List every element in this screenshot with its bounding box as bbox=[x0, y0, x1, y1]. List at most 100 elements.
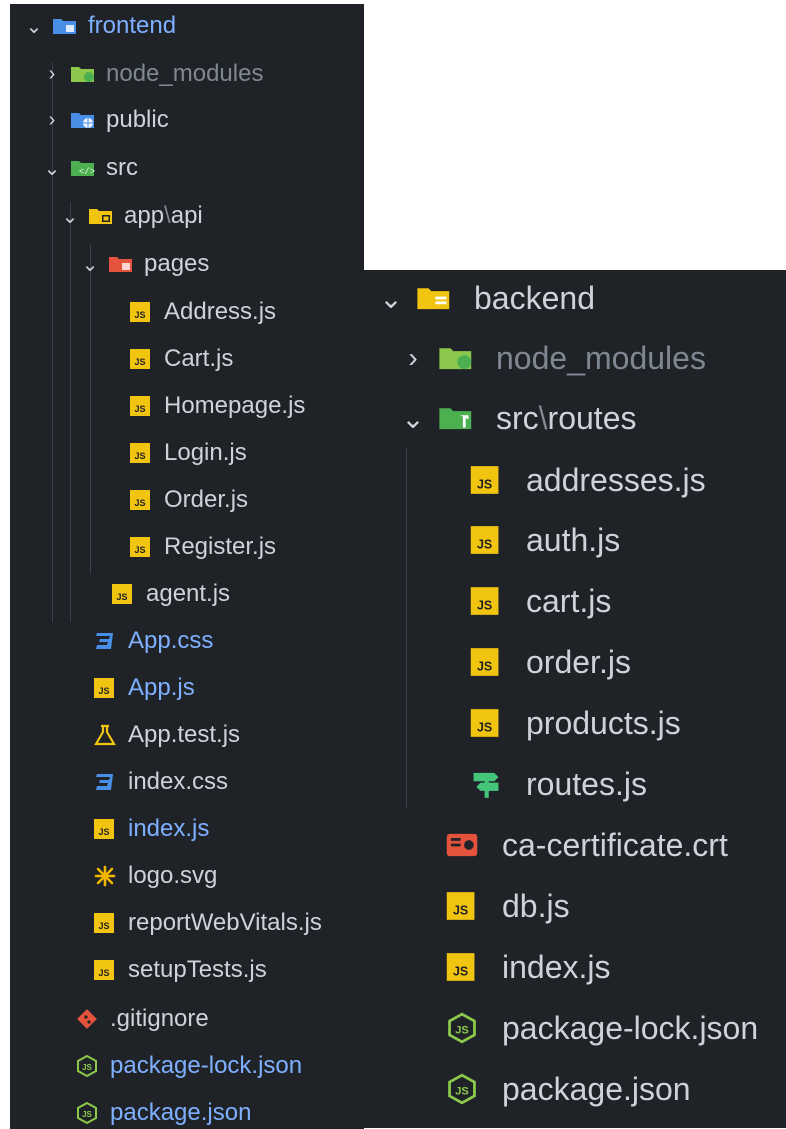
frontend-explorer-panel: ⌄ frontend › node_modules › public ⌄ src… bbox=[10, 4, 364, 1129]
file-products-js[interactable]: products.js bbox=[468, 695, 681, 751]
file-reportwebvitals-js[interactable]: reportWebVitals.js bbox=[92, 903, 322, 943]
file-index-js[interactable]: index.js bbox=[92, 809, 209, 849]
folder-label-routes: routes bbox=[547, 399, 637, 436]
file-order-js[interactable]: order.js bbox=[468, 634, 631, 690]
file-label: setupTests.js bbox=[128, 956, 267, 983]
file-app-js[interactable]: App.js bbox=[92, 668, 195, 708]
folder-label: pages bbox=[144, 250, 210, 277]
app-folder-icon bbox=[88, 205, 114, 227]
js-file-icon bbox=[128, 348, 154, 370]
folder-pages[interactable]: ⌄ pages bbox=[80, 244, 210, 284]
folder-node-modules[interactable]: › node_modules bbox=[42, 54, 264, 94]
js-file-icon bbox=[468, 646, 504, 678]
backend-folder-icon bbox=[416, 282, 452, 314]
chevron-right-icon: › bbox=[408, 342, 418, 373]
node-folder-icon bbox=[70, 63, 96, 85]
file-label: Login.js bbox=[164, 439, 247, 466]
chevron-down-icon: ⌄ bbox=[43, 157, 61, 180]
file-routes-js[interactable]: routes.js bbox=[468, 756, 647, 812]
file-addresses-js[interactable]: addresses.js bbox=[468, 452, 706, 508]
file-label: order.js bbox=[526, 643, 631, 680]
js-file-icon bbox=[468, 464, 504, 496]
file-label: cart.js bbox=[526, 582, 612, 619]
file-index-js[interactable]: index.js bbox=[444, 939, 611, 995]
folder-node-modules[interactable]: › node_modules bbox=[400, 330, 706, 386]
file-label: Homepage.js bbox=[164, 392, 306, 419]
folder-src[interactable]: ⌄ src bbox=[42, 148, 138, 188]
js-file-icon bbox=[92, 677, 118, 699]
file-package-lock-json[interactable]: package-lock.json bbox=[74, 1046, 302, 1086]
file-setuptests-js[interactable]: setupTests.js bbox=[92, 950, 267, 990]
file-label: package-lock.json bbox=[110, 1052, 303, 1079]
file-app-test-js[interactable]: App.test.js bbox=[92, 715, 240, 755]
js-file-icon bbox=[128, 536, 154, 558]
file-label: Order.js bbox=[164, 486, 249, 513]
file-cart-js[interactable]: cart.js bbox=[468, 573, 611, 629]
node-folder-icon bbox=[438, 342, 474, 374]
file-package-json[interactable]: package.json bbox=[74, 1093, 251, 1129]
git-icon bbox=[74, 1008, 100, 1030]
chevron-down-icon: ⌄ bbox=[401, 402, 425, 434]
file-label: package.json bbox=[110, 1099, 252, 1126]
file-label: App.test.js bbox=[128, 721, 241, 748]
routes-folder-icon bbox=[438, 402, 474, 434]
file-package-lock-json[interactable]: package-lock.json bbox=[444, 1000, 758, 1056]
folder-label-api: api bbox=[170, 202, 203, 229]
file-agent-js[interactable]: agent.js bbox=[110, 574, 230, 614]
path-separator: \ bbox=[538, 399, 548, 436]
file-label: index.css bbox=[128, 768, 229, 795]
folder-label: src bbox=[106, 154, 138, 181]
js-file-icon bbox=[128, 395, 154, 417]
file-homepage-js[interactable]: Homepage.js bbox=[128, 386, 305, 426]
css-file-icon bbox=[92, 630, 118, 652]
file-label: db.js bbox=[502, 887, 570, 924]
routes-signpost-icon bbox=[468, 768, 504, 800]
file-label: ca-certificate.crt bbox=[502, 826, 728, 863]
nodejs-icon bbox=[444, 1073, 480, 1105]
chevron-right-icon: › bbox=[48, 108, 56, 131]
file-ca-certificate-crt[interactable]: ca-certificate.crt bbox=[444, 817, 728, 873]
folder-icon bbox=[52, 15, 78, 37]
file-label: package-lock.json bbox=[502, 1009, 759, 1046]
file-label: .gitignore bbox=[110, 1005, 209, 1032]
folder-label: public bbox=[106, 106, 169, 133]
file-label: index.js bbox=[502, 948, 611, 985]
file-auth-js[interactable]: auth.js bbox=[468, 512, 620, 568]
folder-public[interactable]: › public bbox=[42, 100, 169, 140]
svg-file-icon bbox=[92, 865, 118, 887]
folder-backend[interactable]: ⌄ backend bbox=[378, 270, 595, 326]
chevron-right-icon: › bbox=[48, 62, 56, 85]
file-db-js[interactable]: db.js bbox=[444, 878, 570, 934]
file-register-js[interactable]: Register.js bbox=[128, 527, 276, 567]
chevron-down-icon: ⌄ bbox=[61, 205, 79, 228]
tree-indent-guide bbox=[70, 202, 71, 622]
file-address-js[interactable]: Address.js bbox=[128, 292, 276, 332]
folder-label-src: src bbox=[496, 399, 539, 436]
js-file-icon bbox=[92, 818, 118, 840]
file-logo-svg[interactable]: logo.svg bbox=[92, 856, 217, 896]
tree-indent-guide bbox=[406, 448, 407, 808]
file-gitignore[interactable]: .gitignore bbox=[74, 999, 209, 1039]
public-folder-icon bbox=[70, 109, 96, 131]
file-label: index.js bbox=[128, 815, 210, 842]
js-file-icon bbox=[468, 707, 504, 739]
file-label: package.json bbox=[502, 1070, 691, 1107]
file-app-css[interactable]: App.css bbox=[92, 621, 213, 661]
file-label: reportWebVitals.js bbox=[128, 909, 322, 936]
file-label: App.js bbox=[128, 674, 195, 701]
folder-label: node_modules bbox=[496, 339, 706, 376]
file-order-js[interactable]: Order.js bbox=[128, 480, 248, 520]
js-file-icon bbox=[444, 951, 480, 983]
file-login-js[interactable]: Login.js bbox=[128, 433, 247, 473]
src-folder-icon bbox=[70, 157, 96, 179]
file-index-css[interactable]: index.css bbox=[92, 762, 228, 802]
folder-src-routes[interactable]: ⌄ src \ routes bbox=[400, 390, 636, 446]
folder-frontend[interactable]: ⌄ frontend bbox=[24, 6, 176, 46]
js-file-icon bbox=[128, 489, 154, 511]
js-file-icon bbox=[128, 301, 154, 323]
file-cart-js[interactable]: Cart.js bbox=[128, 339, 233, 379]
folder-app-api[interactable]: ⌄ app \ api bbox=[60, 196, 203, 236]
folder-label: node_modules bbox=[106, 60, 264, 87]
folder-label-app: app bbox=[124, 202, 165, 229]
file-package-json[interactable]: package.json bbox=[444, 1061, 691, 1117]
